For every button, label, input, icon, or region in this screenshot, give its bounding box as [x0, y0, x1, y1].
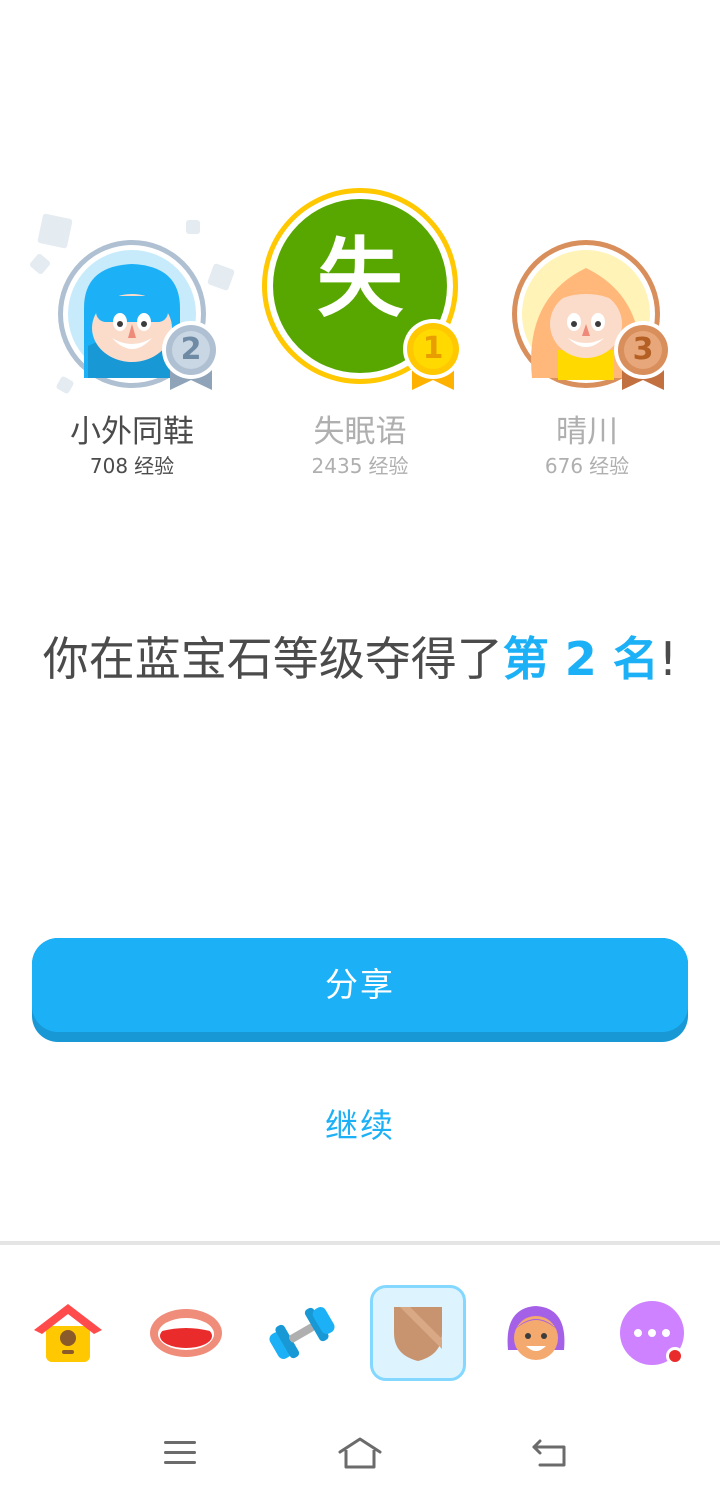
rank-number: 1 [422, 331, 444, 366]
xp-unit: 经验 [368, 454, 409, 478]
tab-home[interactable] [20, 1285, 116, 1381]
share-button[interactable]: 分享 [32, 938, 688, 1042]
league-shield-icon [394, 1307, 442, 1361]
player-name-rank-2: 小外同鞋 [70, 414, 194, 450]
back-button[interactable] [520, 1423, 580, 1483]
tab-speaking[interactable] [138, 1285, 234, 1381]
player-xp-rank-1: 2435 经验 [260, 454, 460, 478]
xp-value: 708 [89, 454, 129, 478]
player-avatar-rank-3[interactable]: 3 [510, 238, 680, 394]
xp-unit: 经验 [134, 454, 175, 478]
player-avatar-rank-2[interactable]: 2 [56, 238, 226, 394]
result-message: 你在蓝宝石等级夺得了第 2 名! [40, 616, 680, 702]
notification-dot [666, 1347, 684, 1365]
player-name-rank-1: 失眠语 [313, 414, 407, 450]
profile-icon [507, 1306, 565, 1360]
rank-number: 3 [632, 332, 654, 367]
result-exclamation: ! [658, 632, 678, 686]
result-rank-highlight: 第 2 名 [502, 632, 659, 686]
recent-apps-button[interactable] [150, 1423, 210, 1483]
practice-dumbbell-icon [269, 1307, 335, 1359]
system-navigation-bar [0, 1401, 720, 1498]
rank-number: 2 [180, 332, 202, 367]
xp-value: 676 [544, 454, 584, 478]
bronze-medal-icon: 3 [612, 318, 674, 394]
home-outline-icon [338, 1437, 382, 1469]
player-xp-rank-2: 708 经验 [32, 454, 232, 478]
menu-lines-icon [164, 1441, 196, 1464]
tab-profile[interactable] [488, 1285, 584, 1381]
share-button-label: 分享 [32, 938, 688, 1032]
home-button[interactable] [330, 1423, 390, 1483]
leaderboard-podium: 2 小外同鞋 708 经验 失 1 失眠语 2435 经验 3 晴川 676 经… [0, 0, 720, 500]
silver-medal-icon: 2 [160, 318, 222, 394]
tab-more[interactable] [604, 1285, 700, 1381]
home-icon [34, 1304, 102, 1362]
tab-leaderboard[interactable] [370, 1285, 466, 1381]
xp-value: 2435 [311, 454, 363, 478]
continue-button[interactable]: 继续 [260, 1100, 460, 1152]
back-arrow-icon [532, 1439, 566, 1467]
gold-medal-icon: 1 [400, 316, 466, 394]
player-avatar-rank-1[interactable]: 失 1 [260, 188, 466, 394]
tab-practice[interactable] [254, 1285, 350, 1381]
player-name-rank-3: 晴川 [556, 414, 618, 450]
bottom-tab-bar [0, 1241, 720, 1401]
more-icon [620, 1301, 684, 1365]
confetti-piece [186, 220, 200, 234]
player-xp-rank-3: 676 经验 [487, 454, 687, 478]
xp-unit: 经验 [589, 454, 630, 478]
confetti-piece [28, 252, 52, 276]
result-text: 你在蓝宝石等级夺得了 [42, 632, 503, 686]
speaking-icon [150, 1309, 222, 1357]
